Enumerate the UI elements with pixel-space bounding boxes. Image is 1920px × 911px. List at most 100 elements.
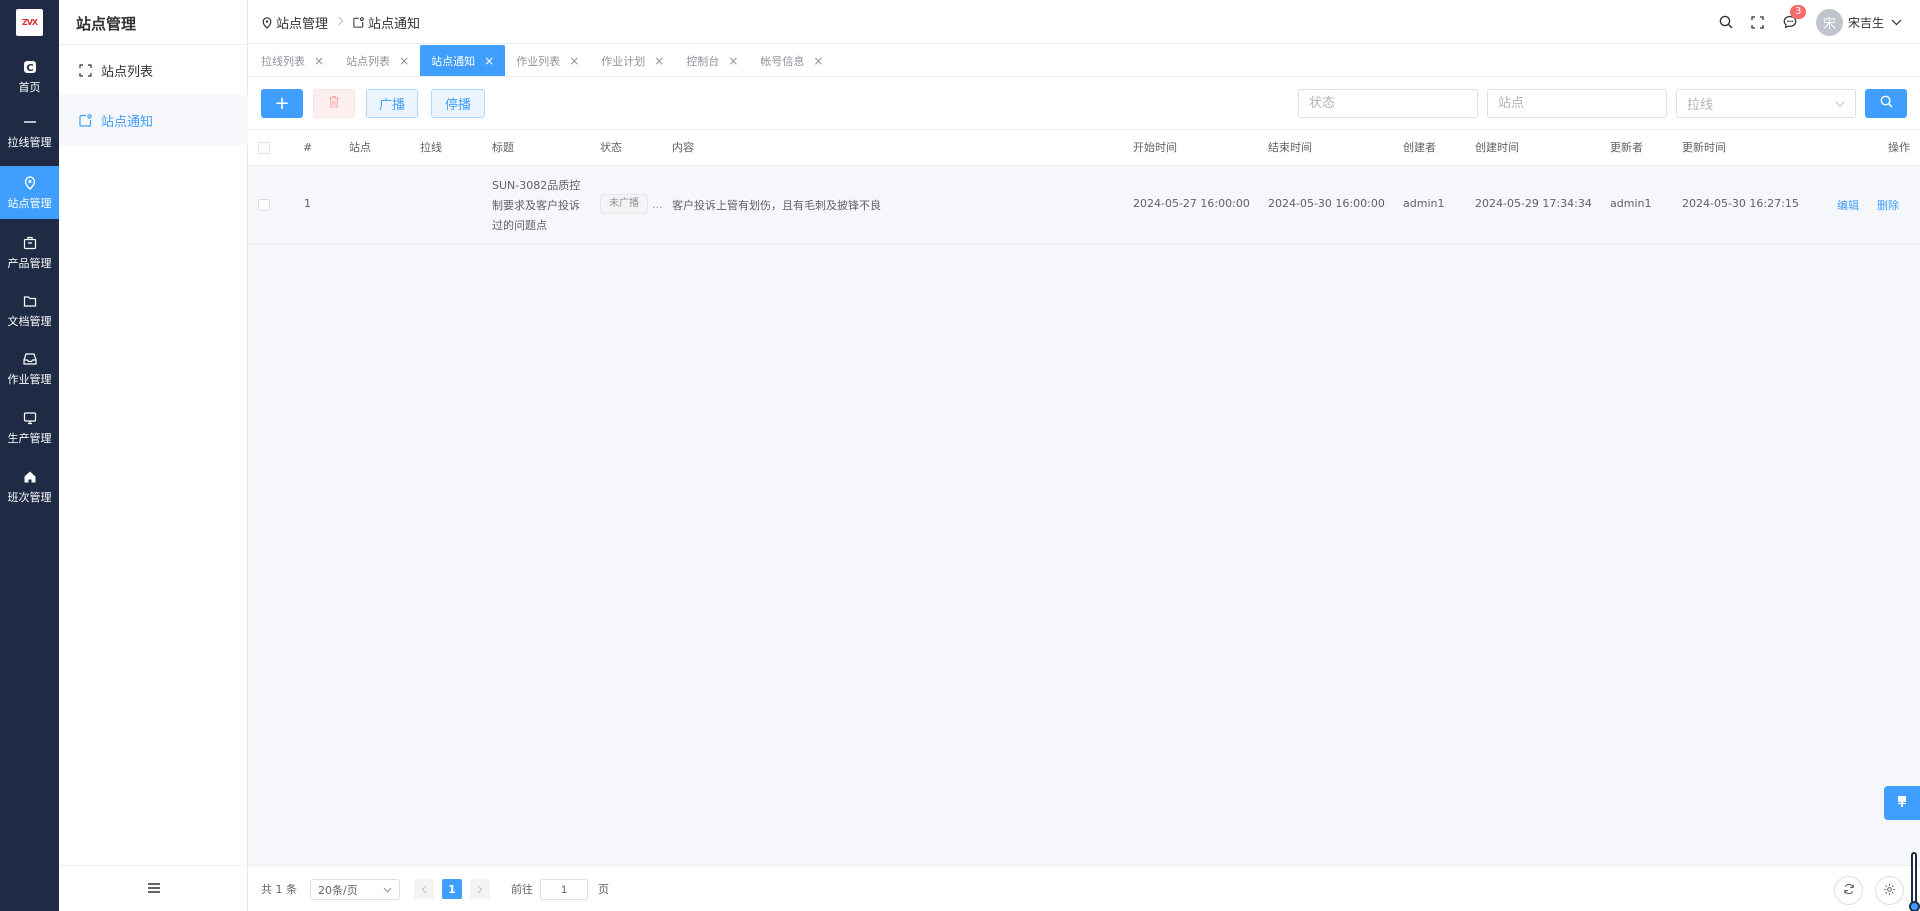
- monitor-icon: [22, 410, 38, 426]
- settings-button[interactable]: [1875, 876, 1904, 905]
- title-line: 过的问题点: [492, 219, 547, 232]
- rail-item-document[interactable]: 文档管理: [0, 283, 59, 338]
- table-header: # 站点 拉线 标题 状态 内容 开始时间 结束时间 创建者 创建时间 更新者 …: [248, 130, 1920, 166]
- avatar[interactable]: 宋: [1815, 8, 1843, 36]
- refresh-button[interactable]: [1834, 876, 1863, 905]
- tab-item[interactable]: 作业计划 ×: [590, 45, 675, 76]
- rail-item-label: 站点管理: [7, 196, 52, 210]
- submenu-item-station-notice[interactable]: 站点通知: [59, 95, 248, 145]
- breadcrumb: 站点管理 站点通知: [262, 13, 420, 32]
- tab-label: 作业计划: [601, 54, 646, 68]
- rail-item-line[interactable]: 拉线管理: [0, 104, 59, 159]
- tab-item[interactable]: 控制台 ×: [675, 45, 749, 76]
- close-icon[interactable]: ×: [314, 54, 324, 68]
- rail-item-home[interactable]: C 首页: [0, 49, 59, 104]
- message-icon[interactable]: 3: [1782, 5, 1807, 30]
- notification-icon: [79, 113, 93, 127]
- close-icon[interactable]: ×: [654, 54, 664, 68]
- next-page-button[interactable]: [470, 879, 490, 899]
- user-name[interactable]: 宋吉生: [1848, 14, 1884, 31]
- tab-item[interactable]: 站点列表 ×: [335, 45, 420, 76]
- svg-text:C: C: [26, 63, 33, 74]
- submenu-item-label: 站点通知: [101, 114, 154, 130]
- broadcast-button[interactable]: 广播: [366, 89, 418, 118]
- row-creator: admin1: [1403, 197, 1445, 210]
- row-end-time: 2024-05-30 16:00:00: [1268, 197, 1385, 210]
- search-icon[interactable]: [1718, 14, 1734, 30]
- tab-item[interactable]: 帐号信息 ×: [749, 45, 834, 76]
- station-input[interactable]: [1487, 89, 1667, 118]
- row-index: 1: [304, 197, 311, 210]
- logo-text: ZVX: [21, 18, 38, 27]
- tab-item[interactable]: 拉线列表 ×: [250, 45, 335, 76]
- close-icon[interactable]: ×: [484, 54, 494, 68]
- select-all-checkbox[interactable]: [258, 142, 270, 154]
- column-header: 创建者: [1403, 141, 1436, 154]
- search-button[interactable]: [1865, 89, 1907, 118]
- rail-item-shift[interactable]: 班次管理: [0, 459, 59, 514]
- title-line: 制要求及客户投诉: [492, 199, 580, 212]
- row-content: 客户投诉上管有划伤，且有毛刺及披锋不良: [672, 199, 881, 212]
- total-count: 共 1 条: [261, 883, 297, 896]
- house-icon: [22, 469, 38, 485]
- package-icon: [22, 235, 38, 251]
- fullscreen-icon[interactable]: [1750, 14, 1766, 30]
- floating-tool-button[interactable]: [1884, 786, 1920, 820]
- close-icon[interactable]: ×: [399, 54, 409, 68]
- tab-label: 控制台: [686, 54, 720, 68]
- toolbar: + 广播 停播 拉线: [248, 77, 1920, 130]
- breadcrumb-item: 站点通知: [368, 17, 421, 32]
- rail-item-production[interactable]: 生产管理: [0, 400, 59, 455]
- tab-item[interactable]: 作业列表 ×: [505, 45, 590, 76]
- secondary-menu: 站点管理 站点列表 站点通知: [59, 0, 248, 911]
- breadcrumb-item[interactable]: 站点管理: [276, 13, 328, 32]
- edit-link[interactable]: 编辑: [1837, 197, 1859, 213]
- stop-broadcast-button[interactable]: 停播: [431, 89, 485, 118]
- status-badge: 未广播: [600, 194, 648, 214]
- close-icon[interactable]: ×: [569, 54, 579, 68]
- column-header: 开始时间: [1133, 141, 1177, 154]
- chevron-down-icon[interactable]: [1888, 14, 1904, 30]
- rail-item-product[interactable]: 产品管理: [0, 225, 59, 280]
- delete-link[interactable]: 删除: [1877, 197, 1899, 213]
- top-header: 站点管理 站点通知 3 宋 宋吉生: [248, 0, 1920, 44]
- goto-label: 前往: [511, 883, 533, 896]
- brush-icon: [1896, 795, 1908, 812]
- prev-page-button[interactable]: [414, 879, 434, 899]
- submenu-item-station-list[interactable]: 站点列表: [59, 45, 248, 95]
- header-actions: 3 宋 宋吉生: [1710, 5, 1912, 36]
- close-icon[interactable]: ×: [728, 54, 738, 68]
- thermometer-widget[interactable]: [1909, 852, 1920, 911]
- goto-page-input[interactable]: [540, 879, 588, 900]
- table-row: 1 SUN-3082品质控 制要求及客户投诉 过的问题点 未广播 ... 客户投…: [248, 166, 1920, 244]
- submenu-item-label: 站点列表: [101, 64, 154, 80]
- row-updater: admin1: [1610, 197, 1652, 210]
- page-number-button[interactable]: 1: [442, 879, 462, 899]
- status-input[interactable]: [1298, 89, 1478, 118]
- page-size-value: 20条/页: [318, 883, 358, 897]
- location-pin-icon: [262, 16, 272, 29]
- hamburger-icon: [147, 882, 160, 896]
- line-select[interactable]: 拉线: [1676, 89, 1856, 118]
- notification-badge: 3: [1789, 5, 1807, 19]
- trash-icon: [328, 95, 340, 112]
- close-icon[interactable]: ×: [813, 54, 823, 68]
- delete-button[interactable]: [313, 89, 355, 118]
- gear-icon: [1883, 883, 1896, 899]
- row-checkbox[interactable]: [258, 199, 270, 211]
- chevron-down-icon: [383, 883, 392, 896]
- rail-item-job[interactable]: 作业管理: [0, 341, 59, 396]
- app-logo: ZVX: [16, 9, 43, 36]
- title-line: SUN-3082品质控: [492, 179, 581, 192]
- status-overflow: ...: [652, 197, 663, 211]
- add-button[interactable]: +: [261, 89, 303, 118]
- rail-item-label: 首页: [18, 80, 41, 94]
- rail-item-station[interactable]: 站点管理: [0, 166, 59, 219]
- row-title: SUN-3082品质控 制要求及客户投诉 过的问题点: [492, 176, 580, 236]
- collapse-menu-button[interactable]: [59, 865, 248, 911]
- inbox-icon: [22, 351, 38, 367]
- tab-item[interactable]: 站点通知 ×: [420, 45, 506, 76]
- location-pin-icon: [22, 175, 38, 191]
- page-size-select[interactable]: 20条/页: [310, 879, 400, 900]
- line-icon: [22, 114, 38, 130]
